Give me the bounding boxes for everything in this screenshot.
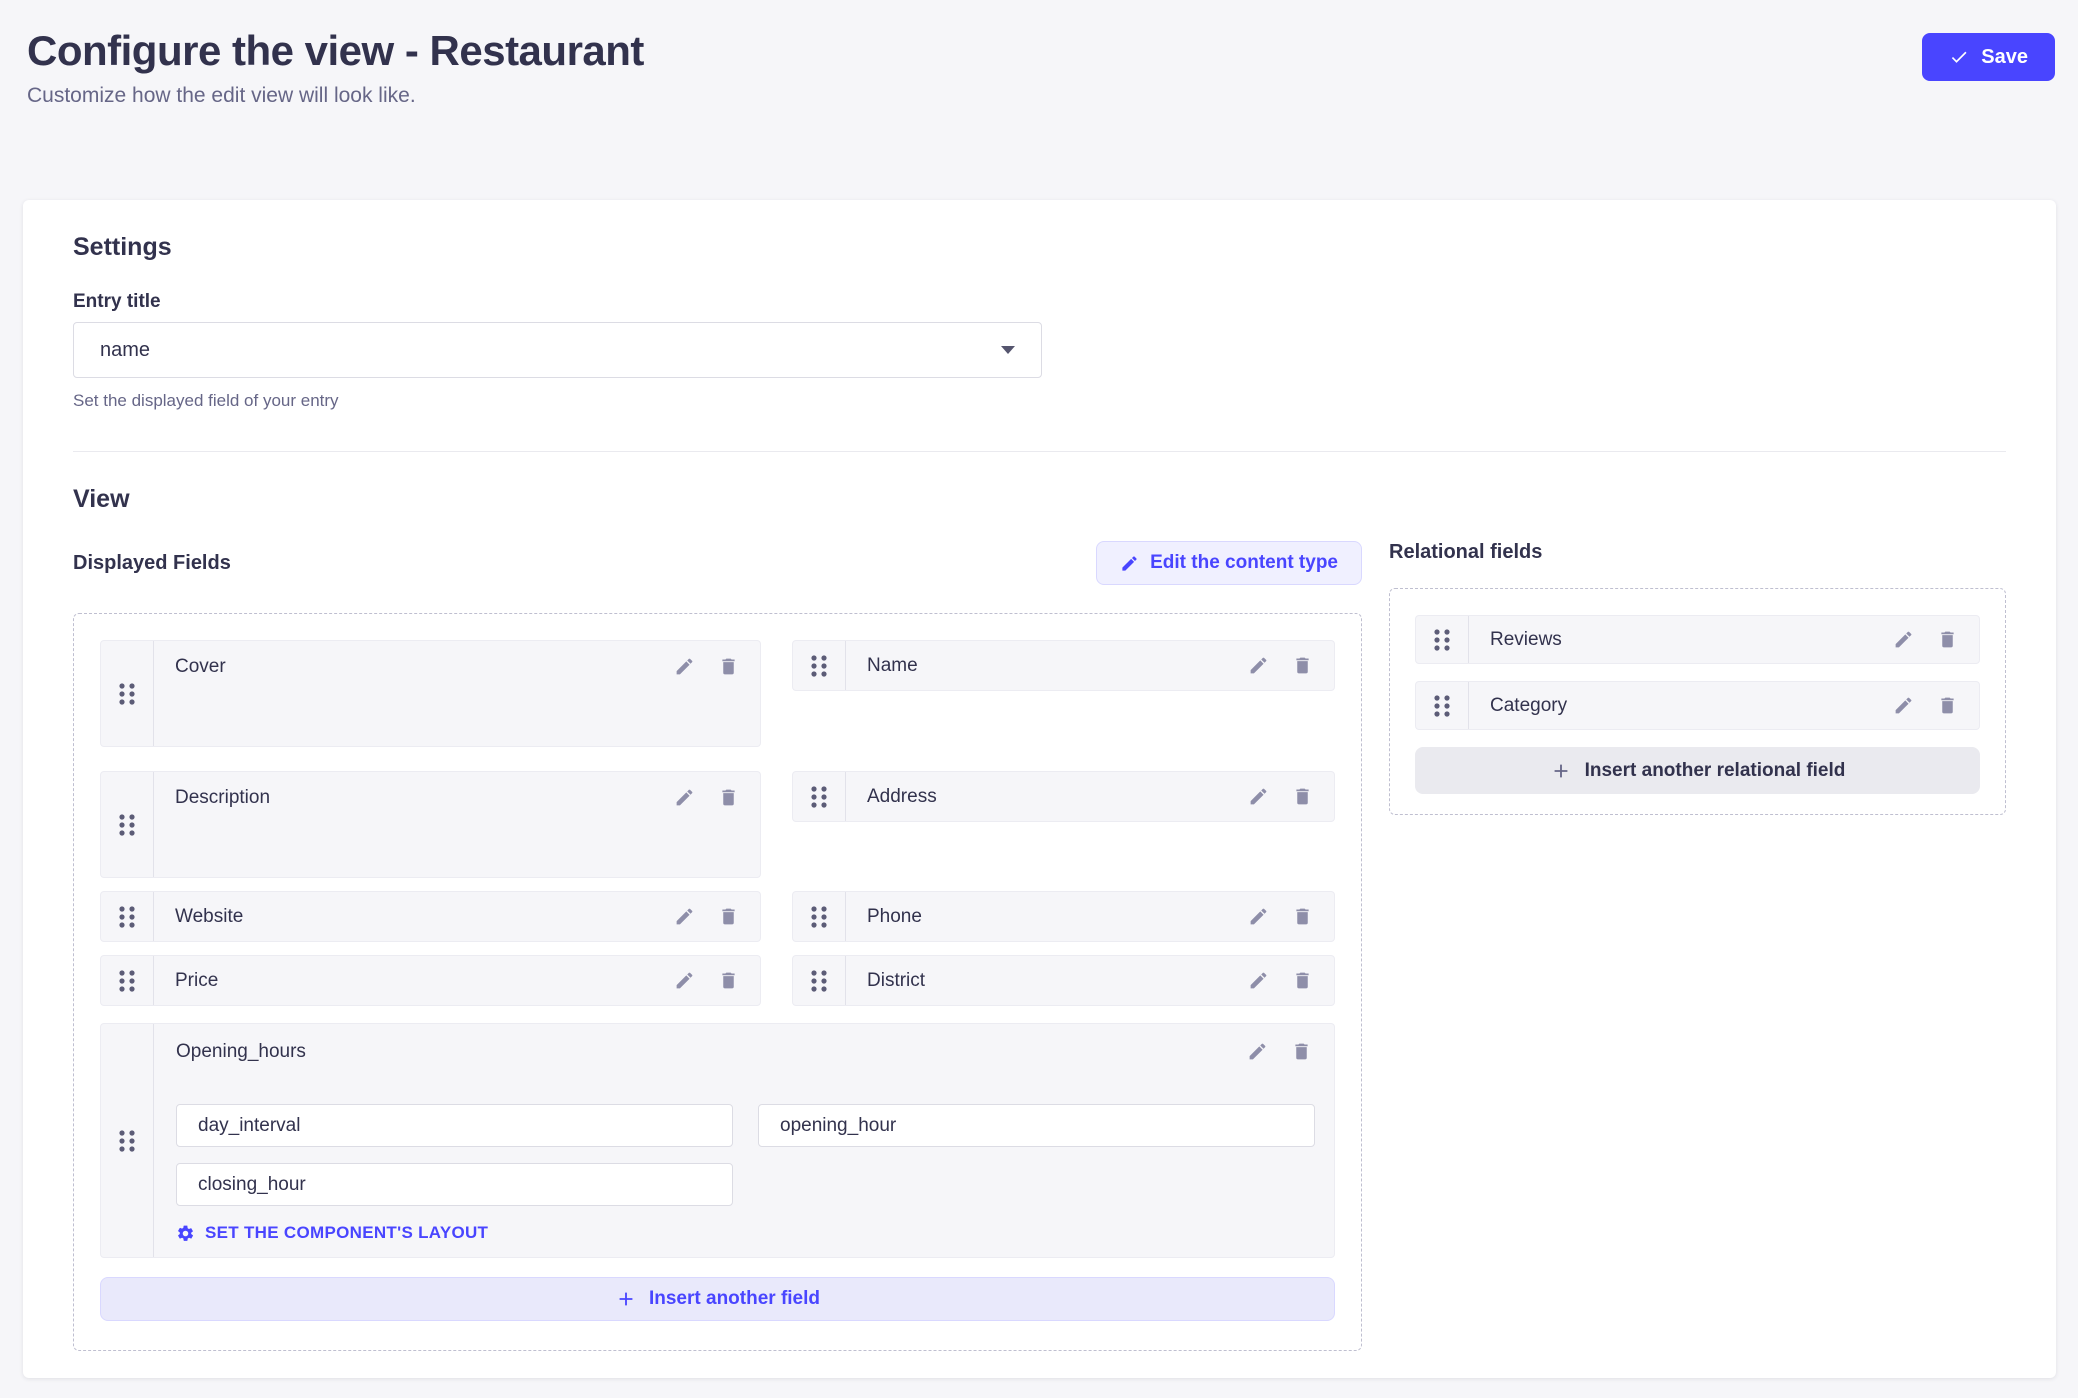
field-label: Price (175, 970, 671, 992)
plus-icon (1550, 760, 1572, 782)
set-component-layout-label: SET THE COMPONENT'S LAYOUT (205, 1223, 488, 1243)
field-label: District (867, 970, 1245, 992)
relational-fields-dropzone: Reviews Category (1389, 588, 2006, 815)
drag-handle-icon[interactable] (793, 772, 846, 821)
field-row: Price District (100, 955, 1335, 1006)
relational-field-box-category: Category (1415, 681, 1980, 730)
delete-icon[interactable] (1289, 783, 1316, 810)
view-columns: Displayed Fields Edit the content type C… (73, 541, 2006, 1351)
insert-another-relational-field-label: Insert another relational field (1585, 760, 1846, 782)
displayed-fields-label: Displayed Fields (73, 552, 231, 575)
field-box-address: Address (792, 771, 1335, 822)
delete-icon[interactable] (715, 903, 742, 930)
configure-view-card: Settings Entry title name Set the displa… (23, 200, 2056, 1378)
set-component-layout-button[interactable]: SET THE COMPONENT'S LAYOUT (176, 1223, 488, 1243)
insert-another-field-button[interactable]: Insert another field (100, 1277, 1335, 1321)
edit-icon[interactable] (671, 784, 698, 811)
field-box-name: Name (792, 640, 1335, 691)
delete-icon[interactable] (1289, 967, 1316, 994)
pencil-icon (1120, 554, 1139, 573)
drag-handle-icon[interactable] (101, 956, 154, 1005)
drag-handle-icon[interactable] (101, 1024, 154, 1257)
view-heading: View (73, 485, 2006, 514)
field-label: Reviews (1490, 629, 1890, 651)
edit-icon[interactable] (671, 653, 698, 680)
section-divider (73, 451, 2006, 452)
edit-content-type-label: Edit the content type (1150, 552, 1338, 574)
entry-title-help: Set the displayed field of your entry (73, 391, 2006, 411)
component-label: Opening_hours (176, 1041, 1244, 1063)
delete-icon[interactable] (1934, 692, 1961, 719)
subfield-opening-hour: opening_hour (758, 1104, 1315, 1147)
entry-title-value: name (100, 339, 150, 362)
drag-handle-icon[interactable] (101, 641, 154, 746)
delete-icon[interactable] (1934, 626, 1961, 653)
field-label: Name (867, 655, 1245, 677)
field-row: Cover Name (100, 640, 1335, 747)
drag-handle-icon[interactable] (793, 641, 846, 690)
field-box-description: Description (100, 771, 761, 878)
drag-handle-icon[interactable] (101, 772, 154, 877)
check-icon (1949, 47, 1969, 67)
component-box-opening-hours: Opening_hours day_interval opening_hour … (100, 1023, 1335, 1258)
gear-icon (176, 1224, 195, 1243)
field-row: Description Address (100, 771, 1335, 878)
component-subfields: day_interval opening_hour closing_hour (176, 1104, 1315, 1206)
field-box-district: District (792, 955, 1335, 1006)
edit-icon[interactable] (1890, 692, 1917, 719)
field-label: Website (175, 906, 671, 928)
subfield-day-interval: day_interval (176, 1104, 733, 1147)
field-box-cover: Cover (100, 640, 761, 747)
entry-title-label: Entry title (73, 291, 2006, 313)
field-label: Category (1490, 695, 1890, 717)
header-titles: Configure the view - Restaurant Customiz… (27, 27, 644, 108)
edit-icon[interactable] (1245, 783, 1272, 810)
relational-fields-label: Relational fields (1389, 541, 2006, 564)
drag-handle-icon[interactable] (1416, 682, 1469, 729)
edit-icon[interactable] (1245, 967, 1272, 994)
page-title: Configure the view - Restaurant (27, 27, 644, 75)
relational-field-box-reviews: Reviews (1415, 615, 1980, 664)
edit-icon[interactable] (671, 967, 698, 994)
displayed-fields-column: Displayed Fields Edit the content type C… (73, 541, 1362, 1351)
delete-icon[interactable] (715, 967, 742, 994)
save-button-label: Save (1981, 46, 2028, 69)
insert-another-field-label: Insert another field (649, 1288, 820, 1310)
edit-icon[interactable] (1890, 626, 1917, 653)
chevron-down-icon (1001, 346, 1015, 354)
relational-fields-column: Relational fields Reviews Cat (1389, 541, 2006, 815)
delete-icon[interactable] (1289, 652, 1316, 679)
entry-title-select[interactable]: name (73, 322, 1042, 378)
edit-icon[interactable] (1245, 903, 1272, 930)
insert-another-relational-field-button[interactable]: Insert another relational field (1415, 747, 1980, 794)
edit-icon[interactable] (1244, 1038, 1271, 1065)
drag-handle-icon[interactable] (793, 892, 846, 941)
displayed-fields-dropzone: Cover Name (73, 613, 1362, 1351)
field-label: Description (175, 787, 671, 809)
displayed-fields-header: Displayed Fields Edit the content type (73, 541, 1362, 585)
delete-icon[interactable] (1289, 903, 1316, 930)
field-label: Cover (175, 656, 671, 678)
settings-heading: Settings (73, 233, 2006, 262)
field-label: Address (867, 786, 1245, 808)
page-header: Configure the view - Restaurant Customiz… (0, 0, 2078, 108)
delete-icon[interactable] (715, 653, 742, 680)
save-button[interactable]: Save (1922, 33, 2055, 81)
delete-icon[interactable] (1288, 1038, 1315, 1065)
edit-content-type-button[interactable]: Edit the content type (1096, 541, 1362, 585)
field-box-price: Price (100, 955, 761, 1006)
plus-icon (615, 1288, 637, 1310)
edit-icon[interactable] (671, 903, 698, 930)
field-box-phone: Phone (792, 891, 1335, 942)
field-label: Phone (867, 906, 1245, 928)
delete-icon[interactable] (715, 784, 742, 811)
drag-handle-icon[interactable] (1416, 616, 1469, 663)
subfield-closing-hour: closing_hour (176, 1163, 733, 1206)
field-row: Website Phone (100, 891, 1335, 942)
drag-handle-icon[interactable] (793, 956, 846, 1005)
drag-handle-icon[interactable] (101, 892, 154, 941)
edit-icon[interactable] (1245, 652, 1272, 679)
page-subtitle: Customize how the edit view will look li… (27, 84, 644, 108)
field-box-website: Website (100, 891, 761, 942)
